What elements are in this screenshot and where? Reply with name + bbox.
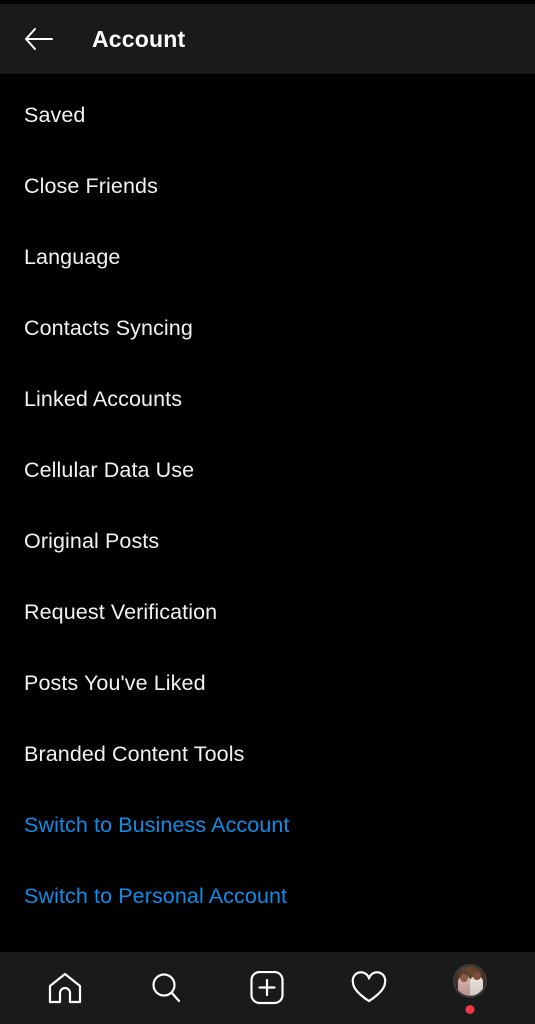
list-item-label: Branded Content Tools xyxy=(24,741,245,766)
list-item-language[interactable]: Language xyxy=(0,222,535,293)
bottom-navigation-bar xyxy=(0,952,535,1024)
app-header: Account xyxy=(0,4,535,74)
list-item-label: Linked Accounts xyxy=(24,386,183,411)
list-item-linked-accounts[interactable]: Linked Accounts xyxy=(0,364,535,435)
list-item-label: Contacts Syncing xyxy=(24,315,193,340)
list-item-request-verification[interactable]: Request Verification xyxy=(0,577,535,648)
avatar[interactable] xyxy=(450,964,490,1014)
list-item-saved[interactable]: Saved xyxy=(0,80,535,151)
list-item-contacts-syncing[interactable]: Contacts Syncing xyxy=(0,293,535,364)
activity-heart-icon xyxy=(350,971,388,1005)
list-item-switch-to-personal-account[interactable]: Switch to Personal Account xyxy=(0,861,535,932)
list-item-posts-youve-liked[interactable]: Posts You've Liked xyxy=(0,648,535,719)
arrow-left-icon xyxy=(24,27,54,51)
account-settings-screen: Account Saved Close Friends Language Con… xyxy=(0,0,535,1024)
list-item-label: Close Friends xyxy=(24,173,158,198)
nav-search[interactable] xyxy=(134,960,198,1016)
home-icon xyxy=(47,971,83,1005)
nav-add-post[interactable] xyxy=(235,960,299,1016)
list-item-label: Switch to Personal Account xyxy=(24,883,288,908)
list-item-label: Saved xyxy=(24,102,86,127)
search-icon xyxy=(148,971,184,1005)
settings-list: Saved Close Friends Language Contacts Sy… xyxy=(0,74,535,952)
notification-dot xyxy=(465,1005,475,1014)
profile-avatar xyxy=(453,964,488,998)
list-item-label: Language xyxy=(24,244,121,269)
list-item-label: Posts You've Liked xyxy=(24,670,206,695)
avatar-photo xyxy=(455,966,486,996)
nav-activity[interactable] xyxy=(337,960,401,1016)
list-item-cellular-data-use[interactable]: Cellular Data Use xyxy=(0,435,535,506)
list-item-label: Switch to Business Account xyxy=(24,812,290,837)
nav-profile[interactable] xyxy=(438,960,502,1016)
list-item-label: Request Verification xyxy=(24,599,218,624)
list-item-close-friends[interactable]: Close Friends xyxy=(0,151,535,222)
back-button[interactable] xyxy=(22,22,56,56)
list-item-label: Original Posts xyxy=(24,528,160,553)
list-item-label: Cellular Data Use xyxy=(24,457,195,482)
list-item-switch-to-business-account[interactable]: Switch to Business Account xyxy=(0,790,535,861)
add-post-icon xyxy=(249,971,285,1005)
page-title: Account xyxy=(92,25,186,52)
list-item-original-posts[interactable]: Original Posts xyxy=(0,506,535,577)
list-item-branded-content-tools[interactable]: Branded Content Tools xyxy=(0,719,535,790)
nav-home[interactable] xyxy=(33,960,97,1016)
